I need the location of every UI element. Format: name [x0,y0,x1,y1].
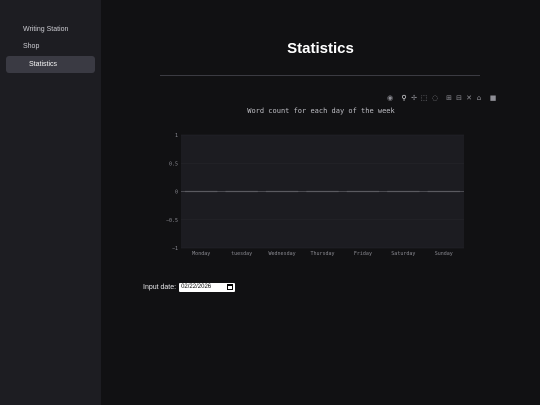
date-label: Input date: [143,283,177,291]
box-select-icon[interactable]: ⬚ [420,94,428,102]
bar [306,190,339,193]
x-tick-label: Thursday [310,251,334,257]
bar [225,190,258,193]
bar [346,190,380,193]
y-tick-label: −1 [172,246,178,252]
zoom-out-icon[interactable]: ⊟ [455,94,463,102]
y-tick-label: −0.5 [166,218,178,224]
sidebar-item-writing-station[interactable]: Writing Station [6,21,95,38]
bar-chart: 1 0.5 0 −0.5 −1 Monday tuesday Wednesday Thursda… [166,133,464,257]
x-tick-label: Monday [192,251,210,257]
date-row: Input date: 02/22/2026 [143,282,236,292]
sidebar-item-shop[interactable]: Shop [6,38,95,55]
x-tick-label: Wednesday [269,251,296,257]
lasso-icon[interactable]: ◌ [431,94,439,102]
logo-icon[interactable]: ■ [489,94,497,102]
camera-icon[interactable]: ◉ [386,94,394,102]
autoscale-icon[interactable]: ✕ [465,94,473,102]
zoom-in-icon[interactable]: ⊞ [445,94,453,102]
chart-title: Word count for each day of the week [247,107,395,115]
y-tick-label: 0 [175,190,178,196]
zoom-icon[interactable]: ⚲ [400,94,408,102]
pan-icon[interactable]: ✢ [410,94,418,102]
x-tick-label: Saturday [391,251,415,257]
page-title: Statistics [287,40,354,57]
calendar-icon[interactable] [227,284,234,290]
x-tick-label: tuesday [231,251,252,257]
home-icon[interactable]: ⌂ [475,94,483,102]
date-value: 02/22/2026 [181,284,212,290]
bar [185,190,218,193]
bar [387,190,420,193]
x-tick-label: Friday [354,251,372,257]
title-divider [160,75,480,76]
sidebar-item-statistics[interactable]: Statistics [6,56,95,73]
y-tick-label: 0.5 [169,161,178,167]
bar [427,190,460,193]
date-input[interactable]: 02/22/2026 [179,282,236,292]
sidebar: Writing Station Shop Statistics [0,0,101,405]
y-tick-label: 1 [175,133,178,139]
bar [265,190,299,193]
main-content: Statistics ◉ ⚲ ✢ ⬚ ◌ ⊞ ⊟ ✕ ⌂ ■ Word coun… [101,0,540,405]
x-tick-label: Sunday [435,251,453,257]
